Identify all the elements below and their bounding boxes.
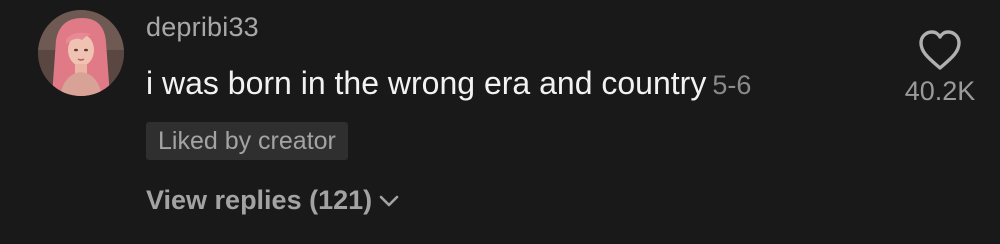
- heart-outline-icon[interactable]: [917, 28, 963, 72]
- like-count: 40.2K: [904, 76, 976, 106]
- view-replies-button[interactable]: View replies (121): [146, 185, 400, 216]
- view-replies-label: View replies (121): [146, 185, 373, 215]
- chevron-down-icon: [379, 195, 399, 206]
- avatar-image: [38, 10, 124, 96]
- comment-date: 5-6: [712, 70, 752, 100]
- comment-username[interactable]: depribi33: [146, 12, 259, 43]
- liked-by-creator-badge: Liked by creator: [146, 122, 348, 160]
- comment-text: i was born in the wrong era and country: [146, 65, 707, 101]
- avatar[interactable]: [38, 10, 124, 96]
- comment-body: i was born in the wrong era and country 5…: [146, 63, 751, 105]
- like-section: 40.2K: [895, 28, 985, 107]
